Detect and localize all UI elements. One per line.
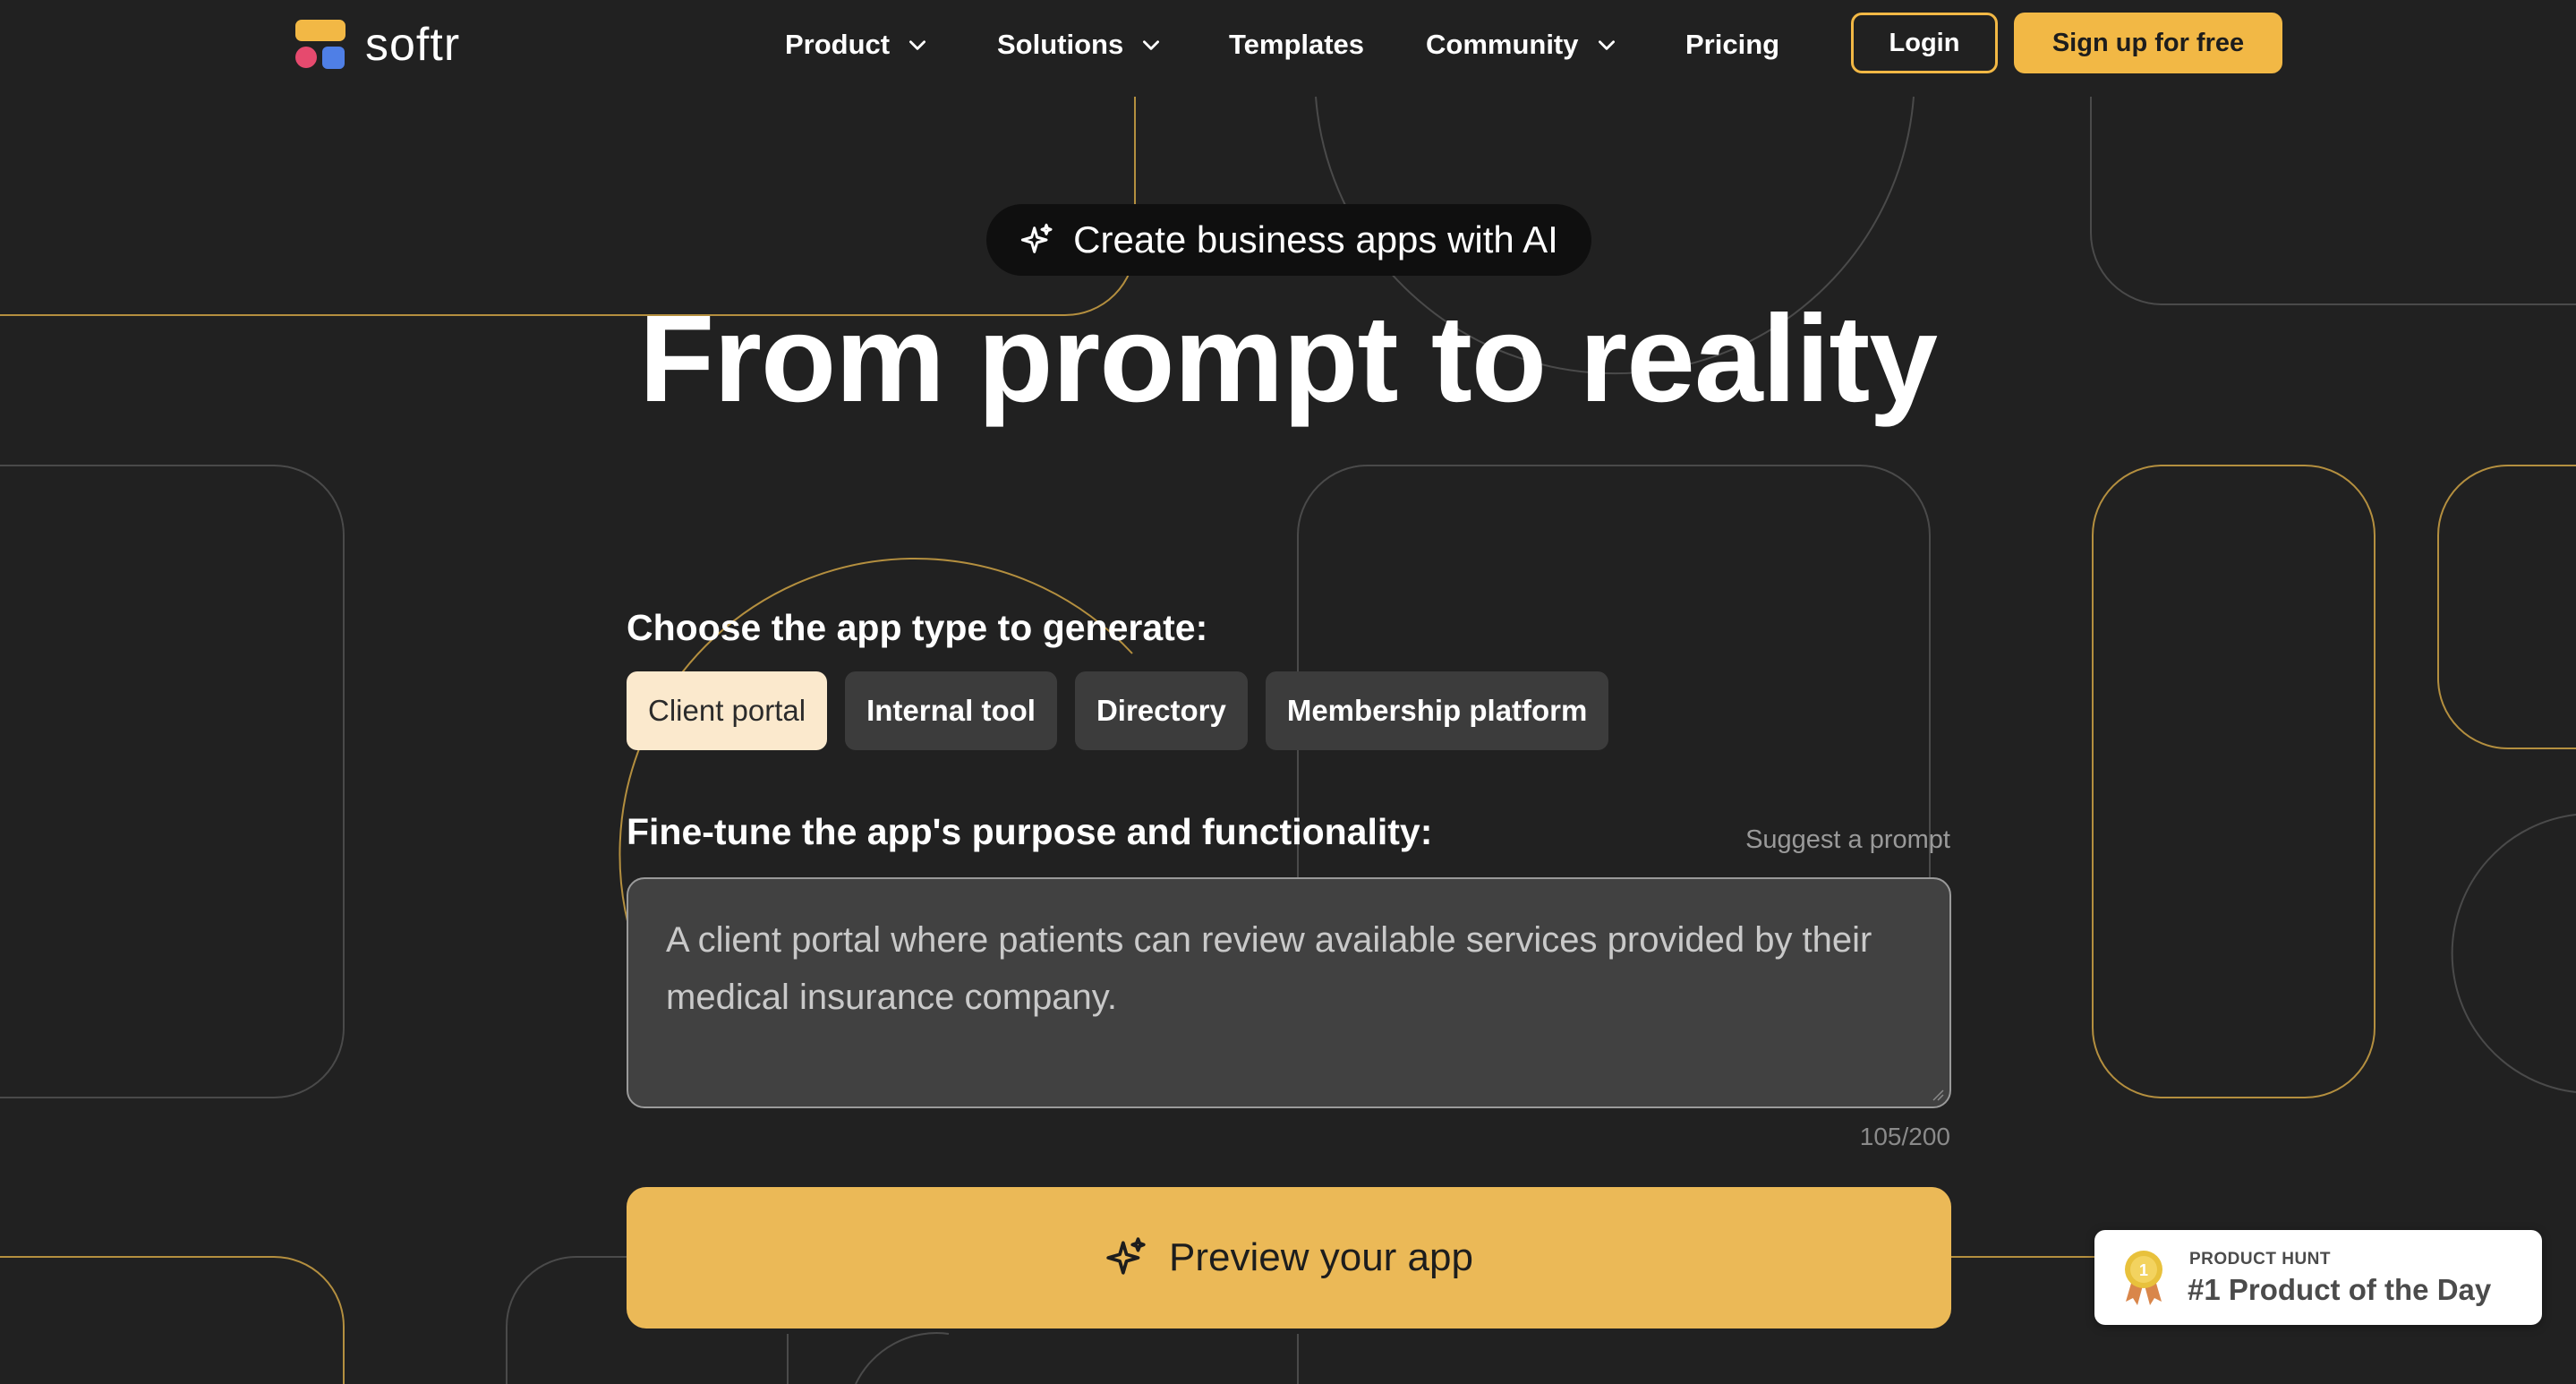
nav-templates-label: Templates [1229,29,1365,60]
suggest-prompt-link[interactable]: Suggest a prompt [1745,825,1950,855]
logo-wordmark: softr [365,19,461,71]
chip-internal-tool[interactable]: Internal tool [845,671,1057,750]
resize-grip-icon[interactable] [1932,1089,1944,1101]
chip-membership-platform[interactable]: Membership platform [1265,671,1609,750]
product-hunt-kicker: PRODUCT HUNT [2189,1250,2331,1269]
chevron-down-icon [1143,40,1160,50]
nav-solutions[interactable]: Solutions [997,20,1163,70]
nav-product-label: Product [785,29,891,60]
softr-logo[interactable]: softr [295,18,460,72]
chip-directory[interactable]: Directory [1074,671,1248,750]
prompt-text: A client portal where patients can revie… [666,920,1872,1017]
svg-text:1: 1 [2139,1261,2148,1279]
ai-badge-text: Create business apps with AI [1073,218,1558,261]
sparkles-icon [1021,223,1053,253]
finetune-label: Fine-tune the app's purpose and function… [627,811,1433,852]
signup-button[interactable]: Sign up for free [2014,13,2282,73]
app-type-selector: Client portal Internal tool Directory Me… [627,671,1609,750]
product-hunt-badge[interactable]: 1 PRODUCT HUNT #1 Product of the Day [2094,1230,2542,1325]
logo-mark-icon [295,20,345,70]
nav-community[interactable]: Community [1426,20,1618,70]
login-button[interactable]: Login [1851,13,1998,73]
chevron-down-icon [1598,40,1615,50]
hero-title: From prompt to reality [638,290,1938,428]
nav-solutions-label: Solutions [997,29,1124,60]
nav-community-label: Community [1426,29,1579,60]
preview-app-button[interactable]: Preview your app [627,1187,1951,1328]
chevron-down-icon [909,40,926,50]
sparkles-icon [1106,1237,1146,1275]
product-hunt-title: #1 Product of the Day [2188,1273,2492,1306]
medal-icon: 1 [2125,1251,2162,1305]
nav-pricing[interactable]: Pricing [1685,20,1779,70]
ai-badge: Create business apps with AI [986,204,1591,276]
nav-pricing-label: Pricing [1685,29,1780,60]
preview-app-label: Preview your app [1169,1235,1473,1279]
app-type-label: Choose the app type to generate: [627,607,1208,648]
prompt-textarea[interactable]: A client portal where patients can revie… [627,877,1951,1108]
top-navbar: softr Product Solutions Templates Commun… [0,0,2576,90]
nav-templates[interactable]: Templates [1229,20,1364,70]
chip-client-portal[interactable]: Client portal [627,671,828,750]
nav-product[interactable]: Product [785,20,929,70]
char-counter: 105/200 [1859,1123,1950,1150]
